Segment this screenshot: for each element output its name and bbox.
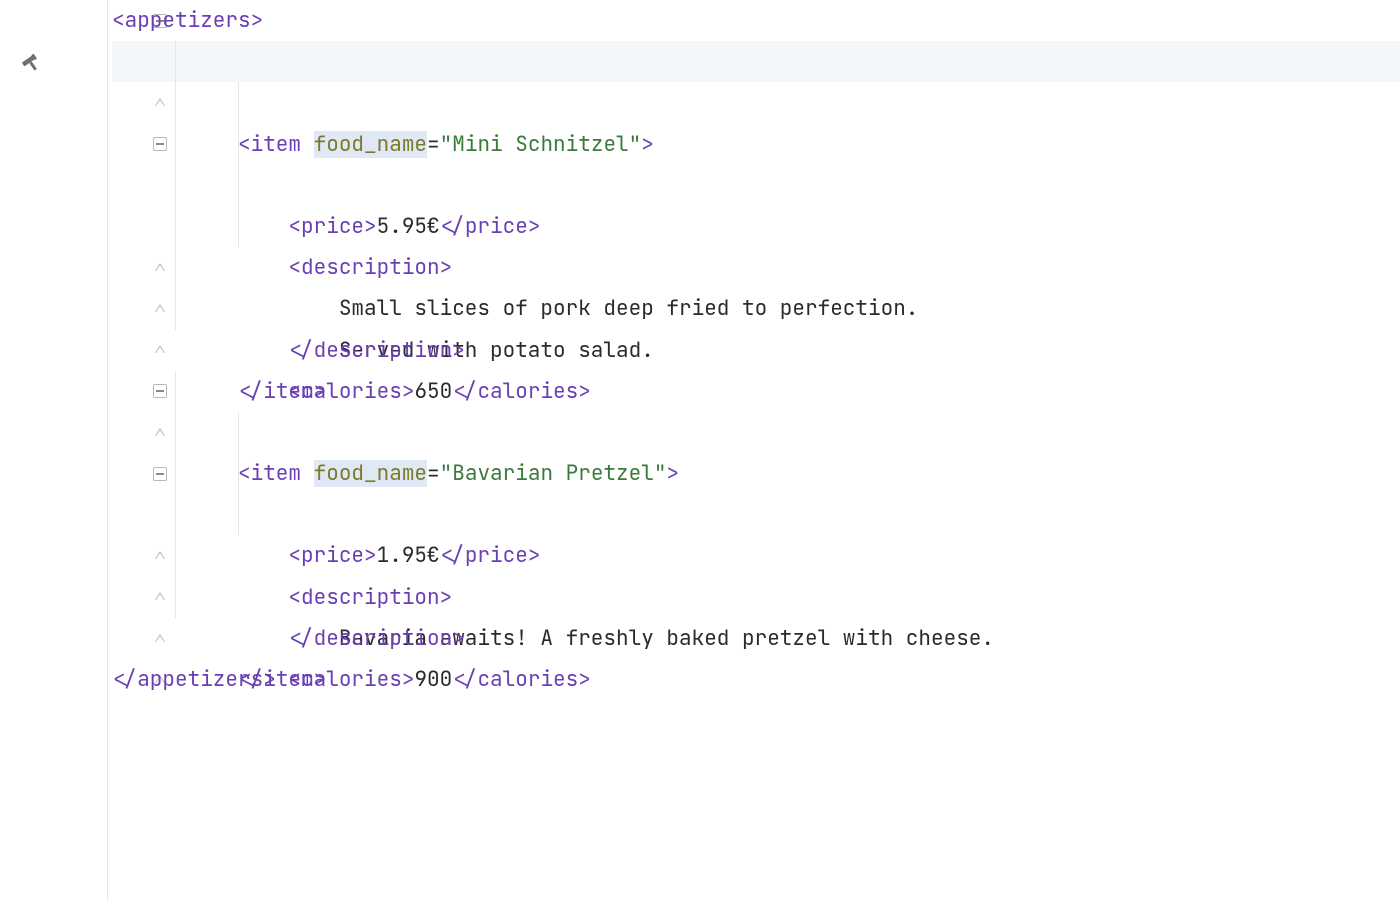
code-line[interactable]: <price>1.95€</price> xyxy=(112,412,1400,453)
indent-guide xyxy=(175,288,176,329)
code-line[interactable] xyxy=(112,824,1400,865)
code-line[interactable]: </item> xyxy=(112,330,1400,371)
code-area[interactable]: <appetizers> <item food_name="Mini Schni… xyxy=(112,0,1400,900)
indent-guide xyxy=(238,494,239,535)
indent-guide xyxy=(175,124,176,165)
code-line[interactable]: </item> xyxy=(112,618,1400,659)
code-line[interactable]: <description> xyxy=(112,453,1400,494)
indent-guide xyxy=(175,577,176,618)
indent-guide xyxy=(238,453,239,494)
code-line[interactable]: <item food_name="Mini Schnitzel"> xyxy=(112,41,1400,82)
code-line[interactable]: Small slices of pork deep fried to perfe… xyxy=(112,165,1400,206)
hammer-icon[interactable] xyxy=(20,52,42,74)
code-line[interactable]: Served with potato salad. xyxy=(112,206,1400,247)
indent-guide xyxy=(238,206,239,247)
code-line[interactable] xyxy=(112,741,1400,782)
indent-guide xyxy=(175,82,176,123)
code-line[interactable]: <description> xyxy=(112,124,1400,165)
indent-guide xyxy=(175,412,176,453)
tag-open: <appetizers> xyxy=(112,7,263,34)
gutter-icons xyxy=(0,0,60,900)
indent-guide xyxy=(238,82,239,123)
indent-guide xyxy=(175,494,176,535)
indent-guide xyxy=(175,41,176,82)
code-line[interactable] xyxy=(112,700,1400,741)
indent-guide xyxy=(238,165,239,206)
code-line[interactable]: <calories>900</calories> xyxy=(112,577,1400,618)
code-line[interactable]: <price>5.95€</price> xyxy=(112,82,1400,123)
indent-guide xyxy=(175,247,176,288)
code-line[interactable]: Bavaria awaits! A freshly baked pretzel … xyxy=(112,494,1400,535)
indent-guide xyxy=(238,124,239,165)
code-line[interactable]: <appetizers> xyxy=(112,0,1400,41)
code-line[interactable] xyxy=(112,783,1400,824)
fold-column xyxy=(60,0,95,900)
indent-guide xyxy=(175,535,176,576)
code-line[interactable]: </appetizers> xyxy=(112,659,1400,700)
code-line[interactable] xyxy=(112,865,1400,900)
indent-guide xyxy=(175,165,176,206)
indent-guide xyxy=(175,206,176,247)
indent-guide xyxy=(175,371,176,412)
code-line[interactable]: </description> xyxy=(112,247,1400,288)
code-line[interactable]: <calories>650</calories> xyxy=(112,288,1400,329)
gutter xyxy=(0,0,95,900)
xml-editor[interactable]: <appetizers> <item food_name="Mini Schni… xyxy=(0,0,1400,900)
code-line[interactable]: </description> xyxy=(112,535,1400,576)
code-line[interactable]: <item food_name="Bavarian Pretzel"> xyxy=(112,371,1400,412)
indent-guide xyxy=(238,412,239,453)
indent-guide-root xyxy=(107,0,108,900)
indent-guide xyxy=(175,453,176,494)
